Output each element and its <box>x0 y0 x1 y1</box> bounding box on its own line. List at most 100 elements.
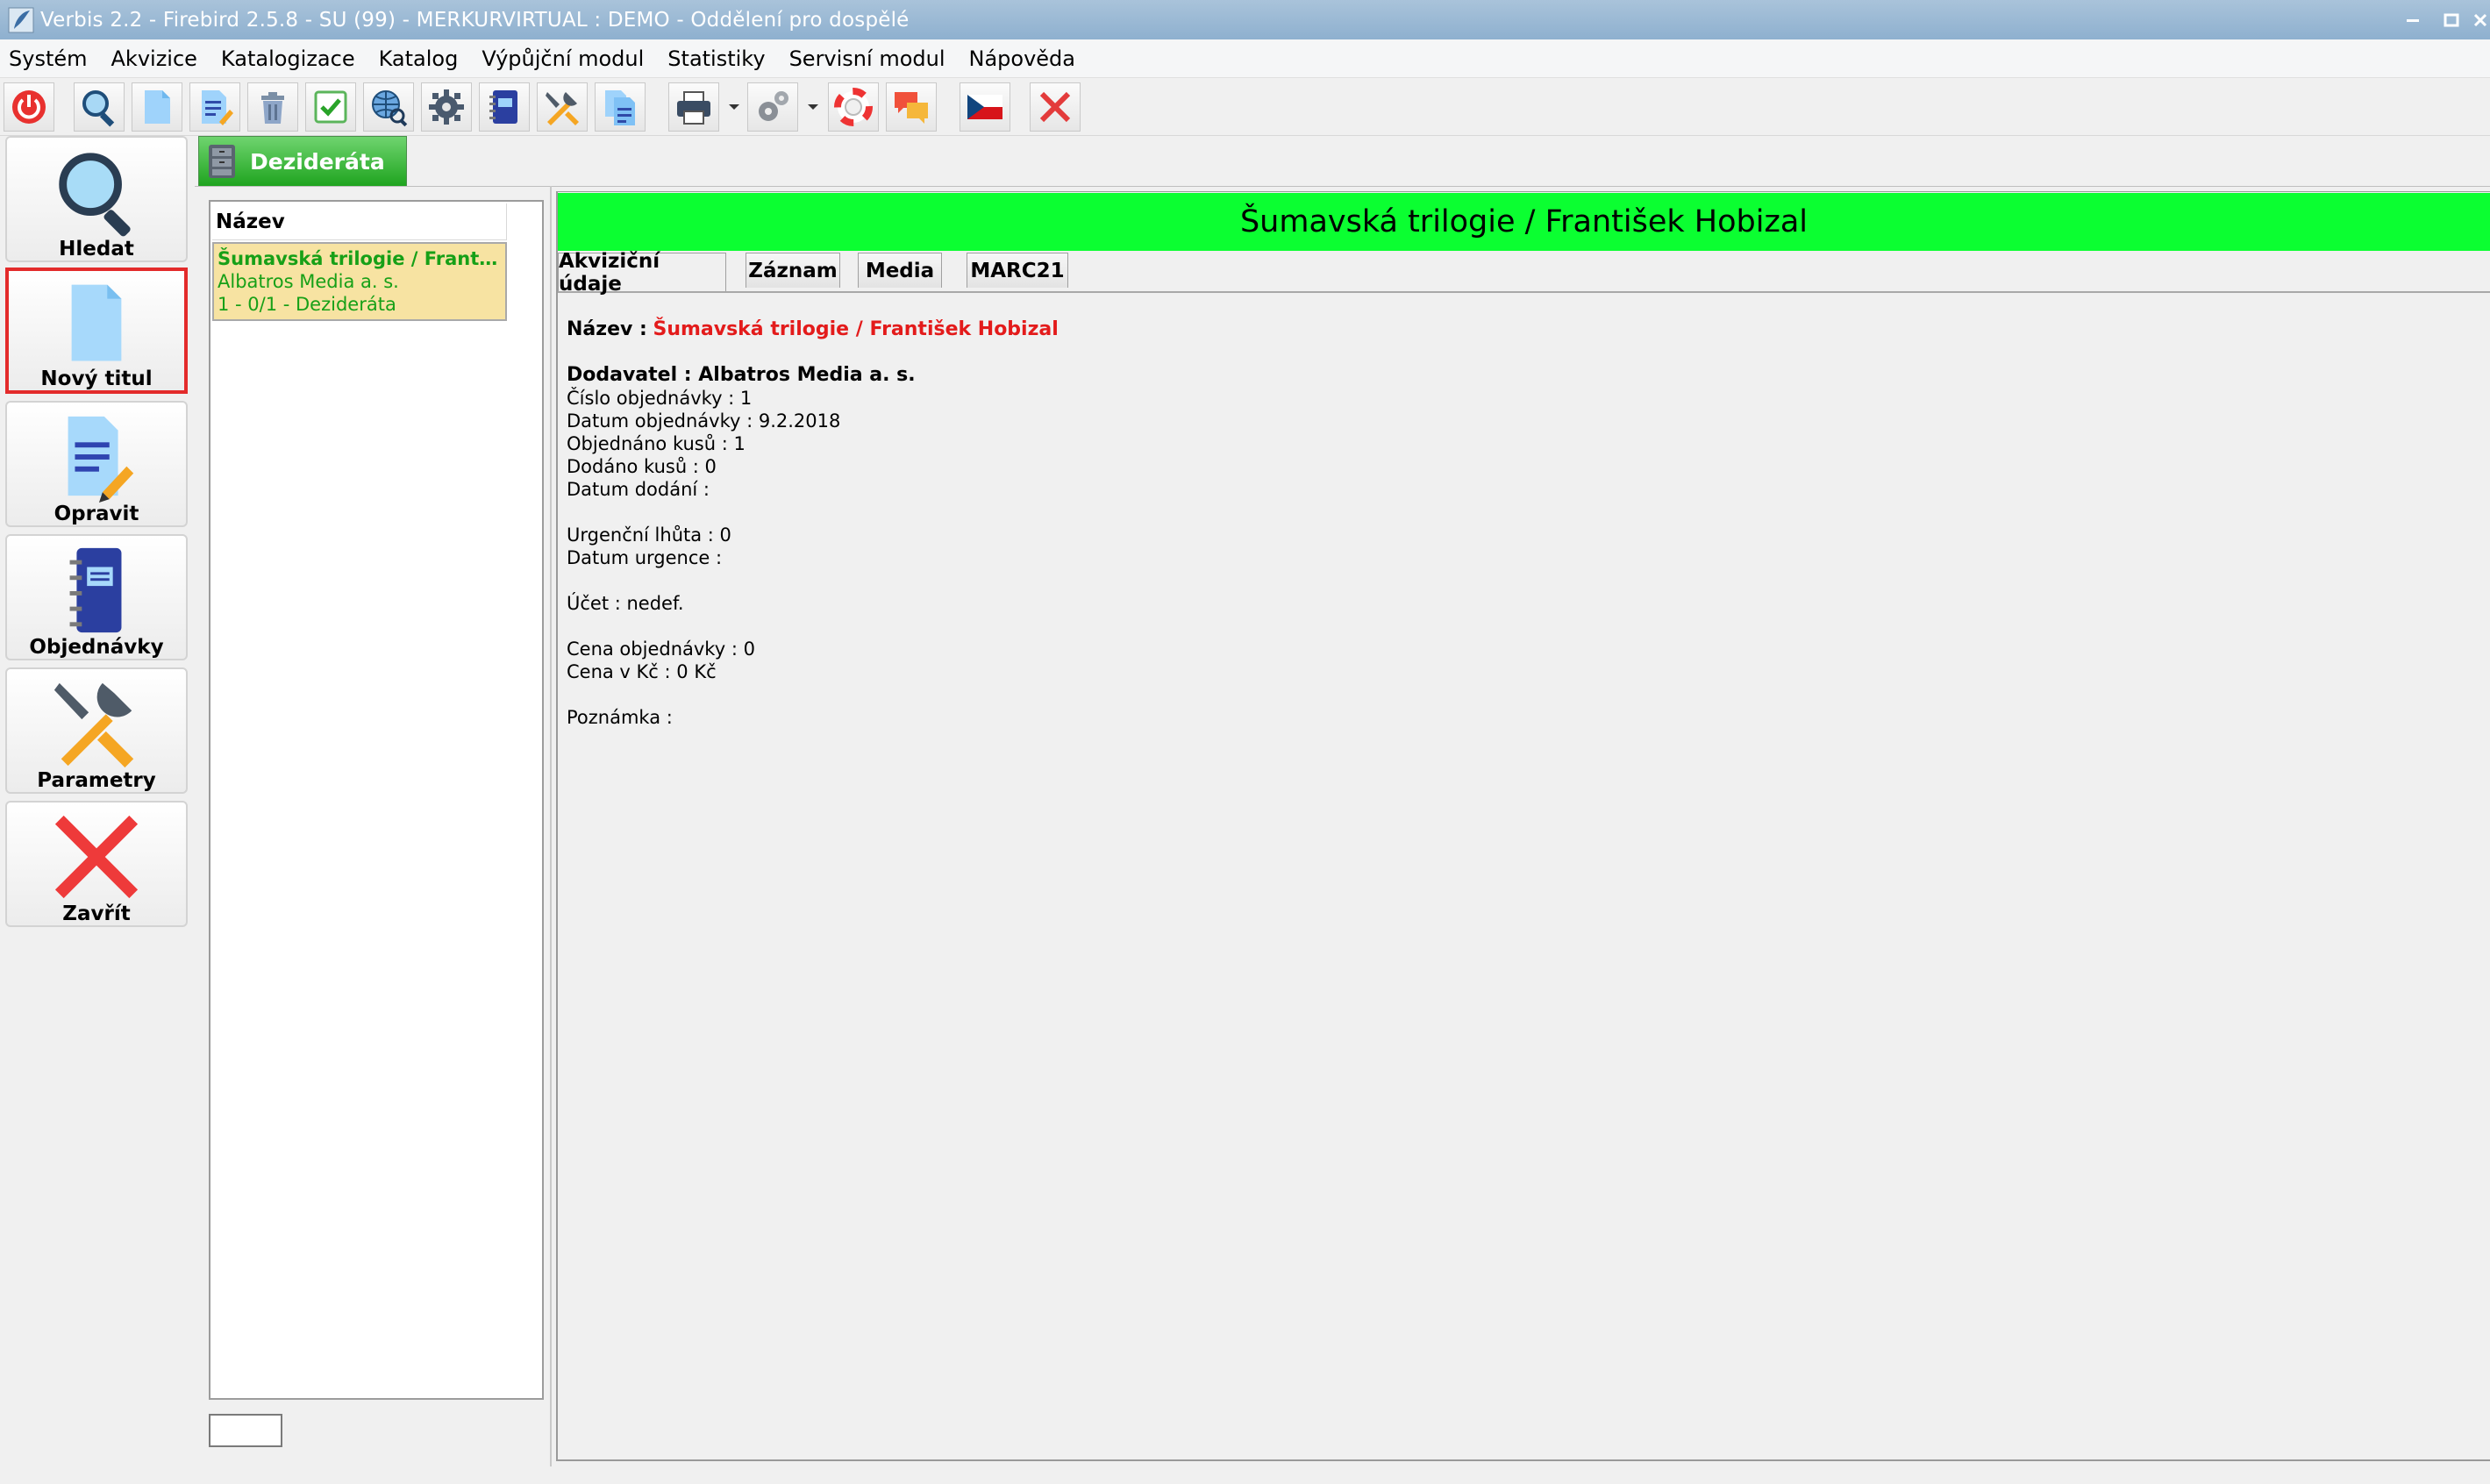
tools-button[interactable] <box>537 82 588 132</box>
menu-vypujcni-modul[interactable]: Výpůjční modul <box>482 46 644 71</box>
ordered-quantity: Objednáno kusů : 1 <box>567 433 746 454</box>
printer-icon <box>677 91 710 125</box>
sidebar-item-label: Opravit <box>54 503 139 525</box>
sidebar-item-opravit[interactable]: Opravit <box>5 401 188 527</box>
list-item-title: Šumavská trilogie / Františ... <box>218 248 502 269</box>
menu-bar: Systém Akvizice Katalogizace Katalog Výp… <box>0 39 2490 78</box>
lifebuoy-icon <box>834 88 873 126</box>
menu-katalog[interactable]: Katalog <box>379 46 459 71</box>
help-button[interactable] <box>828 82 879 132</box>
sidebar-item-label: Parametry <box>37 769 156 792</box>
chat-button[interactable] <box>886 82 937 132</box>
settings-gear-icon <box>429 89 464 125</box>
copy-document-button[interactable] <box>595 82 646 132</box>
menu-akvizice[interactable]: Akvizice <box>111 46 197 71</box>
tab-zaznam[interactable]: Záznam <box>746 253 840 288</box>
settings-button[interactable] <box>421 82 472 132</box>
edit-document-icon <box>68 416 134 503</box>
list-item-status: 1 - 0/1 - Dezideráta <box>218 294 396 315</box>
trash-icon <box>261 92 284 124</box>
close-x-icon <box>54 815 139 899</box>
notebook-icon <box>489 90 517 124</box>
window-titlebar: Verbis 2.2 - Firebird 2.5.8 - SU (99) - … <box>0 0 2490 39</box>
confirm-button[interactable] <box>305 82 356 132</box>
close-icon[interactable] <box>2471 0 2490 39</box>
close-module-button[interactable] <box>1030 82 1081 132</box>
magnifier-icon <box>59 153 131 237</box>
delete-button[interactable] <box>247 82 298 132</box>
new-document-icon <box>145 90 170 124</box>
sidebar-item-zavrit[interactable]: Zavřít <box>5 801 188 927</box>
print-dropdown[interactable] <box>724 82 744 132</box>
language-button[interactable] <box>960 82 1010 132</box>
search-icon <box>82 90 115 127</box>
order-price: Cena objednávky : 0 <box>567 639 755 660</box>
minimize-icon[interactable] <box>2394 0 2432 39</box>
notebook-icon <box>69 547 122 633</box>
quick-search-field[interactable] <box>209 1414 282 1447</box>
tools-icon <box>54 682 134 768</box>
orders-button[interactable] <box>479 82 530 132</box>
panel-splitter[interactable] <box>550 186 552 1466</box>
quick-search-input[interactable] <box>210 1416 281 1445</box>
note: Poznámka : <box>567 707 673 728</box>
sidebar-item-objednavky[interactable]: Objednávky <box>5 534 188 660</box>
list-item-supplier: Albatros Media a. s. <box>218 271 399 292</box>
sidebar-item-hledat[interactable]: Hledat <box>5 136 188 262</box>
supplier-line: Dodavatel : Albatros Media a. s. <box>567 364 916 386</box>
sidebar-item-label: Nový titul <box>40 367 153 390</box>
tab-akvizicni-udaje[interactable]: Akviziční údaje <box>558 250 726 296</box>
sidebar-item-label: Zavřít <box>62 903 131 925</box>
menu-servisni-modul[interactable]: Servisní modul <box>789 46 945 71</box>
menu-statistiky[interactable]: Statistiky <box>667 46 765 71</box>
delivery-date: Datum dodání : <box>567 479 710 500</box>
price-czk: Cena v Kč : 0 Kč <box>567 661 717 682</box>
detail-tabs: Akviziční údaje Záznam Media MARC21 <box>558 250 2490 296</box>
web-search-button[interactable] <box>363 82 414 132</box>
settings-cogs-icon <box>759 91 788 121</box>
list-item[interactable]: Šumavská trilogie / Františ... Albatros … <box>212 242 507 321</box>
sidebar-item-novy-titul[interactable]: Nový titul <box>5 268 188 394</box>
urgency-period: Urgenční lhůta : 0 <box>567 524 731 546</box>
urgency-date: Datum urgence : <box>567 547 723 568</box>
account: Účet : nedef. <box>567 593 684 614</box>
menu-system[interactable]: Systém <box>9 46 88 71</box>
search-button[interactable] <box>74 82 125 132</box>
power-icon <box>12 90 46 124</box>
tab-marc21[interactable]: MARC21 <box>967 253 1068 288</box>
menu-katalogizace[interactable]: Katalogizace <box>221 46 355 71</box>
menu-napoveda[interactable]: Nápověda <box>969 46 1076 71</box>
settings-dropdown[interactable] <box>803 82 823 132</box>
tab-media[interactable]: Media <box>858 253 942 288</box>
close-x-icon <box>1039 91 1071 123</box>
cabinet-icon <box>209 145 235 178</box>
detail-header-title: Šumavská trilogie / František Hobizal <box>1239 204 1809 239</box>
order-number: Číslo objednávky : 1 <box>567 388 753 409</box>
titles-list: Název Šumavská trilogie / Františ... Alb… <box>209 200 544 1400</box>
status-bar <box>195 1466 2490 1484</box>
new-document-button[interactable] <box>132 82 182 132</box>
left-sidebar: Hledat Nový titul Opravit Objednávky Par… <box>0 136 193 1484</box>
chevron-down-icon <box>729 104 739 110</box>
list-column-header[interactable]: Název <box>212 203 507 240</box>
tab-label: Dezideráta <box>250 148 385 175</box>
print-button[interactable] <box>668 82 719 132</box>
sidebar-item-parametry[interactable]: Parametry <box>5 667 188 794</box>
edit-document-button[interactable] <box>189 82 240 132</box>
new-document-icon <box>71 284 122 361</box>
sidebar-item-label: Hledat <box>59 238 134 260</box>
tools-icon <box>546 92 579 125</box>
maximize-icon[interactable] <box>2432 0 2471 39</box>
delivered-quantity: Dodáno kusů : 0 <box>567 456 717 477</box>
chat-icon <box>895 92 928 124</box>
tab-deziderata[interactable]: Dezideráta <box>198 136 407 186</box>
settings-cogs-button[interactable] <box>747 82 798 132</box>
sidebar-item-label: Objednávky <box>29 636 164 659</box>
app-feather-icon <box>8 7 34 32</box>
checkmark-icon <box>314 90 347 124</box>
acquisition-details: Název : Šumavská trilogie / František Ho… <box>567 317 1059 729</box>
web-search-icon <box>372 90 408 127</box>
edit-document-icon <box>202 90 233 125</box>
toolbar <box>0 78 2490 136</box>
power-button[interactable] <box>4 82 54 132</box>
